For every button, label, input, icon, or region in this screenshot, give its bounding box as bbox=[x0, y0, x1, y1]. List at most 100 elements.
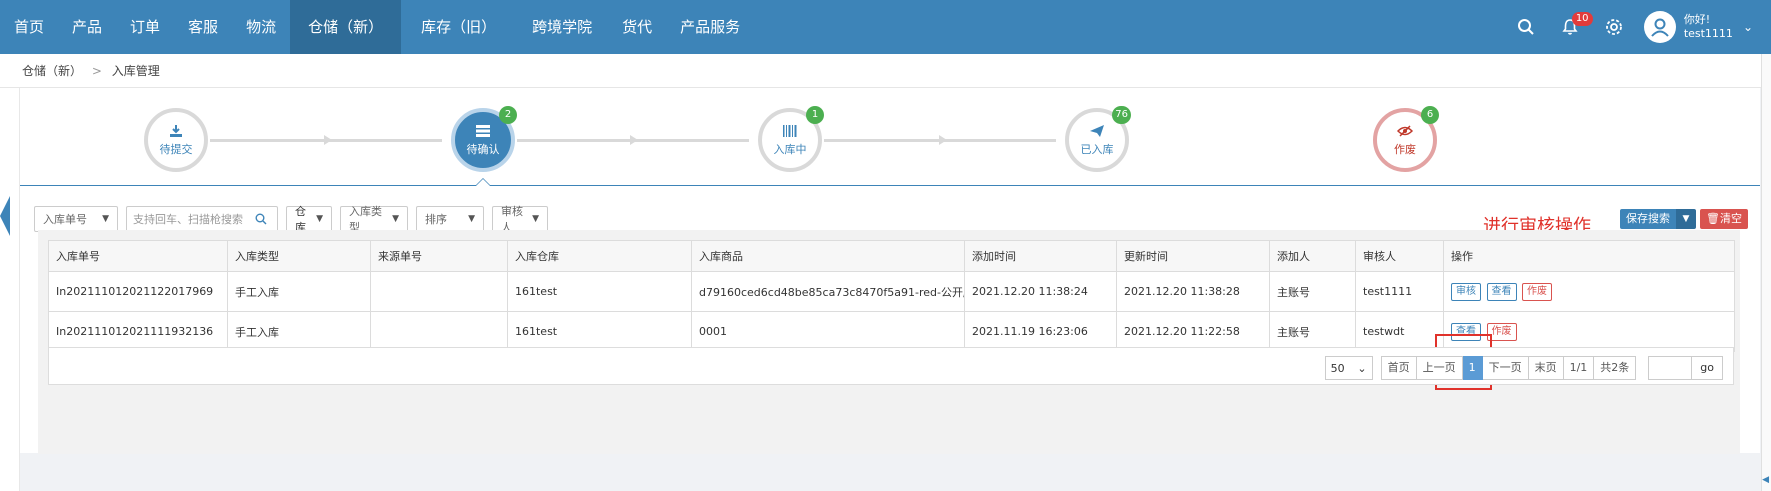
nav-item-logistics[interactable]: 物流 bbox=[232, 0, 290, 54]
nav-item-inventory-old[interactable]: 库存（旧） bbox=[401, 0, 516, 54]
scrollbar[interactable]: ◀ bbox=[1761, 54, 1771, 491]
prev-page-button[interactable]: 上一页 bbox=[1416, 356, 1463, 380]
goto-page-input[interactable] bbox=[1648, 356, 1693, 380]
step-count-badge: 2 bbox=[499, 106, 517, 124]
caret-down-icon: ▼ bbox=[532, 214, 539, 224]
cell-type: 手工入库 bbox=[227, 271, 371, 312]
cell-actions: 审核 查看 作废 bbox=[1443, 271, 1735, 312]
step-label: 待确认 bbox=[466, 142, 500, 156]
nav-item-products[interactable]: 产品 bbox=[58, 0, 116, 54]
sidebar-toggle-icon[interactable] bbox=[0, 196, 10, 236]
bell-icon[interactable]: 10 bbox=[1548, 0, 1593, 54]
save-search-dropdown-icon[interactable]: ▼ bbox=[1676, 209, 1696, 229]
last-page-button[interactable]: 末页 bbox=[1528, 356, 1564, 380]
column-header: 入库仓库 bbox=[507, 240, 692, 272]
clear-button-label: 清空 bbox=[1719, 212, 1742, 225]
barcode-icon bbox=[783, 124, 797, 137]
nav-item-product-services[interactable]: 产品服务 bbox=[666, 0, 754, 54]
active-step-pointer bbox=[475, 178, 491, 186]
trash-icon: 🗑 bbox=[1706, 212, 1720, 225]
left-gutter bbox=[0, 88, 20, 491]
nav-item-warehouse-new[interactable]: 仓储（新） bbox=[290, 0, 402, 54]
page-number-button[interactable]: 1 bbox=[1462, 356, 1483, 380]
breadcrumb-parent[interactable]: 仓储（新） bbox=[22, 64, 82, 78]
review-button[interactable]: 审核 bbox=[1451, 282, 1481, 301]
caret-down-icon: ▼ bbox=[468, 214, 475, 224]
nav-item-academy[interactable]: 跨境学院 bbox=[516, 0, 608, 54]
cell-type: 手工入库 bbox=[227, 311, 371, 352]
nav-item-customer-service[interactable]: 客服 bbox=[174, 0, 232, 54]
pagination-bar: 50 ⌄ 首页 上一页 1 下一页 末页 1/1 共2条 go bbox=[48, 347, 1734, 385]
column-header: 入库类型 bbox=[227, 240, 371, 272]
nav-item-forwarder[interactable]: 货代 bbox=[608, 0, 666, 54]
cell-order-no: In202111012021122017969 bbox=[48, 271, 228, 312]
search-icon[interactable] bbox=[255, 213, 267, 225]
caret-down-icon: ▼ bbox=[316, 214, 323, 224]
step-pending-confirm[interactable]: 待确认 2 bbox=[451, 106, 517, 172]
clear-button[interactable]: 🗑清空 bbox=[1700, 209, 1748, 229]
user-avatar-icon bbox=[1643, 11, 1676, 43]
search-input[interactable] bbox=[133, 212, 255, 226]
warehouse-dropdown[interactable]: 仓库 ▼ bbox=[286, 205, 332, 234]
go-button[interactable]: go bbox=[1692, 356, 1723, 380]
search-icon[interactable] bbox=[1504, 0, 1548, 54]
column-header: 审核人 bbox=[1355, 240, 1444, 272]
column-header: 添加人 bbox=[1269, 240, 1356, 272]
step-inbounded[interactable]: 已入库 76 bbox=[1065, 106, 1131, 172]
step-label: 已入库 bbox=[1080, 142, 1114, 156]
nav-item-home[interactable]: 首页 bbox=[0, 0, 58, 54]
search-field[interactable] bbox=[126, 206, 278, 232]
page-size-select[interactable]: 50 ⌄ bbox=[1324, 356, 1373, 380]
table-row: In202111012021111932136 手工入库 161test 000… bbox=[48, 311, 1735, 352]
table-row: In202111012021122017969 手工入库 161test d79… bbox=[48, 271, 1735, 312]
scroll-arrow-icon[interactable]: ◀ bbox=[1762, 475, 1769, 485]
chevron-down-icon: ⌄ bbox=[1742, 20, 1753, 34]
view-button[interactable]: 查看 bbox=[1451, 322, 1481, 341]
column-header: 来源单号 bbox=[370, 240, 508, 272]
filter-bar: 入库单号 ▼ 仓库▼ 入库类型▼ 排序 ▼ 审核人▼ bbox=[34, 205, 556, 234]
step-label: 待提交 bbox=[159, 142, 193, 156]
void-button[interactable]: 作废 bbox=[1486, 322, 1517, 341]
table-header-row: 入库单号 入库类型 来源单号 入库仓库 入库商品 添加时间 更新时间 添加人 审… bbox=[48, 240, 1735, 272]
page-info: 1/1 bbox=[1563, 356, 1595, 380]
sort-select[interactable]: 排序 ▼ bbox=[416, 206, 484, 232]
gear-icon[interactable] bbox=[1592, 0, 1636, 54]
step-arrow-icon bbox=[939, 135, 947, 145]
sort-select-label: 排序 bbox=[425, 213, 447, 226]
notification-badge: 10 bbox=[1571, 12, 1593, 26]
cell-warehouse: 161test bbox=[507, 271, 692, 312]
step-inbounding[interactable]: 入库中 1 bbox=[758, 106, 824, 172]
paper-plane-icon bbox=[1090, 124, 1104, 137]
cell-added-time: 2021.12.20 11:38:24 bbox=[964, 271, 1117, 312]
order-no-select-label: 入库单号 bbox=[43, 213, 87, 226]
cell-reviewer: testwdt bbox=[1355, 311, 1444, 352]
step-pending-submit[interactable]: 待提交 bbox=[144, 108, 208, 172]
save-search-button[interactable]: 保存搜索 bbox=[1620, 209, 1676, 229]
first-page-button[interactable]: 首页 bbox=[1380, 356, 1417, 380]
save-search-group: 保存搜索 ▼ 🗑清空 bbox=[1620, 209, 1748, 229]
user-menu[interactable]: 你好! test1111 ⌄ bbox=[1636, 0, 1771, 54]
column-header: 添加时间 bbox=[964, 240, 1117, 272]
nav-right-tools: 10 你好! test1111 ⌄ bbox=[1504, 0, 1771, 54]
caret-down-icon: ▼ bbox=[392, 214, 399, 224]
download-icon bbox=[170, 124, 182, 137]
step-arrow-icon bbox=[324, 135, 332, 145]
column-header: 入库单号 bbox=[48, 240, 228, 272]
next-page-button[interactable]: 下一页 bbox=[1482, 356, 1529, 380]
cell-order-no: In202111012021111932136 bbox=[48, 311, 228, 352]
status-stepper: 待提交 待确认 2 入库中 1 已入库 76 作废 6 bbox=[20, 88, 1760, 186]
nav-item-orders[interactable]: 订单 bbox=[116, 0, 174, 54]
inbound-type-dropdown[interactable]: 入库类型 ▼ bbox=[340, 205, 408, 234]
column-header: 更新时间 bbox=[1116, 240, 1270, 272]
step-void[interactable]: 作废 6 bbox=[1373, 106, 1439, 172]
user-name: test1111 bbox=[1683, 27, 1733, 40]
void-button[interactable]: 作废 bbox=[1522, 282, 1552, 301]
step-count-badge: 6 bbox=[1421, 106, 1439, 124]
cell-source bbox=[370, 311, 508, 352]
reviewer-dropdown[interactable]: 审核人 ▼ bbox=[492, 205, 548, 234]
view-button[interactable]: 查看 bbox=[1486, 282, 1517, 301]
cell-product: d79160ced6cd48be85ca73c8470f5a91-red-公开版 bbox=[691, 271, 965, 312]
order-no-select[interactable]: 入库单号 ▼ bbox=[34, 206, 118, 232]
step-label: 入库中 bbox=[773, 142, 807, 156]
breadcrumb: 仓储（新） > 入库管理 bbox=[0, 54, 1771, 88]
